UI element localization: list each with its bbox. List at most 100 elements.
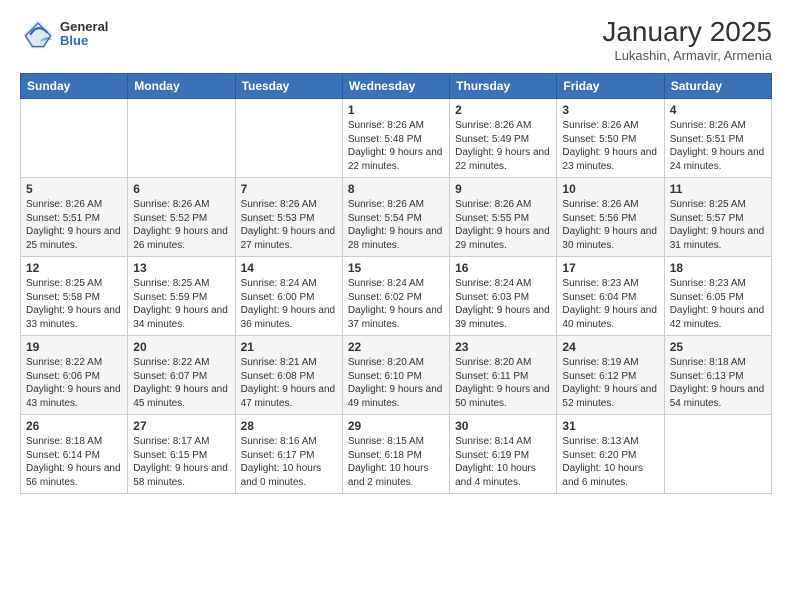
calendar-cell: 26 Sunrise: 8:18 AMSunset: 6:14 PMDayligh… [21,415,128,494]
calendar-cell: 2Sunrise: 8:26 AMSunset: 5:49 PMDaylight… [450,99,557,178]
calendar-header-monday: Monday [128,74,235,99]
calendar-week-row-5: 26 Sunrise: 8:18 AMSunset: 6:14 PMDayligh… [21,415,772,494]
day-number: 7 [241,182,337,196]
calendar-cell [128,99,235,178]
day-info: Sunrise: 8:19 AMSunset: 6:12 PMDaylight:… [562,356,658,410]
day-info: Sunrise: 8:26 AMSunset: 5:56 PMDaylight:… [562,198,658,252]
day-info: Sunrise: 8:26 AMSunset: 5:48 PMDaylight:… [348,119,444,173]
day-number: 13 [133,261,229,275]
day-number: 14 [241,261,337,275]
calendar-cell [21,99,128,178]
day-number: 5 [26,182,122,196]
day-info: Sunrise: 8:21 AMSunset: 6:08 PMDaylight:… [241,356,337,410]
calendar-cell: 13 Sunrise: 8:25 AMSunset: 5:59 PMDayligh… [128,257,235,336]
day-info: Sunrise: 8:13 AMSunset: 6:20 PMDaylight:… [562,435,658,489]
calendar-cell: 29Sunrise: 8:15 AMSunset: 6:18 PMDayligh… [342,415,449,494]
day-info: Sunrise: 8:23 AMSunset: 6:05 PMDaylight:… [670,277,766,331]
day-number: 6 [133,182,229,196]
day-info: Sunrise: 8:26 AMSunset: 5:49 PMDaylight:… [455,119,551,173]
calendar-header-row: SundayMondayTuesdayWednesdayThursdayFrid… [21,74,772,99]
day-info: Sunrise: 8:18 AMSunset: 6:14 PMDaylight:… [26,435,122,489]
day-info: Sunrise: 8:26 AMSunset: 5:55 PMDaylight:… [455,198,551,252]
calendar-cell: 7 Sunrise: 8:26 AMSunset: 5:53 PMDaylight… [235,178,342,257]
day-number: 15 [348,261,444,275]
calendar-header-thursday: Thursday [450,74,557,99]
day-info: Sunrise: 8:24 AMSunset: 6:03 PMDaylight:… [455,277,551,331]
calendar-cell: 15Sunrise: 8:24 AMSunset: 6:02 PMDayligh… [342,257,449,336]
calendar-cell: 24 Sunrise: 8:19 AMSunset: 6:12 PMDayligh… [557,336,664,415]
calendar-header-saturday: Saturday [664,74,771,99]
header-right: January 2025 Lukashin, Armavir, Armenia [602,16,772,63]
calendar-week-row-2: 5Sunrise: 8:26 AMSunset: 5:51 PMDaylight… [21,178,772,257]
header: General Blue January 2025 Lukashin, Arma… [20,16,772,63]
calendar-cell: 27 Sunrise: 8:17 AMSunset: 6:15 PMDayligh… [128,415,235,494]
day-number: 25 [670,340,766,354]
day-number: 11 [670,182,766,196]
day-info: Sunrise: 8:26 AMSunset: 5:50 PMDaylight:… [562,119,658,173]
calendar-header-tuesday: Tuesday [235,74,342,99]
day-number: 3 [562,103,658,117]
day-info: Sunrise: 8:15 AMSunset: 6:18 PMDaylight:… [348,435,444,489]
day-info: Sunrise: 8:20 AMSunset: 6:10 PMDaylight:… [348,356,444,410]
calendar-cell: 19 Sunrise: 8:22 AMSunset: 6:06 PMDayligh… [21,336,128,415]
day-info: Sunrise: 8:22 AMSunset: 6:06 PMDaylight:… [26,356,122,410]
calendar-cell [664,415,771,494]
logo-text: General Blue [60,20,108,49]
day-info: Sunrise: 8:25 AMSunset: 5:58 PMDaylight:… [26,277,122,331]
calendar-cell: 3 Sunrise: 8:26 AMSunset: 5:50 PMDaylight… [557,99,664,178]
day-info: Sunrise: 8:20 AMSunset: 6:11 PMDaylight:… [455,356,551,410]
location: Lukashin, Armavir, Armenia [602,48,772,63]
day-info: Sunrise: 8:16 AMSunset: 6:17 PMDaylight:… [241,435,337,489]
page: General Blue January 2025 Lukashin, Arma… [0,0,792,612]
day-number: 17 [562,261,658,275]
day-number: 27 [133,419,229,433]
day-number: 23 [455,340,551,354]
logo-icon [20,16,56,52]
day-number: 19 [26,340,122,354]
day-number: 21 [241,340,337,354]
calendar-cell: 10Sunrise: 8:26 AMSunset: 5:56 PMDayligh… [557,178,664,257]
logo-blue-text: Blue [60,34,108,48]
calendar-cell: 11 Sunrise: 8:25 AMSunset: 5:57 PMDayligh… [664,178,771,257]
calendar-week-row-1: 1 Sunrise: 8:26 AMSunset: 5:48 PMDaylight… [21,99,772,178]
day-number: 22 [348,340,444,354]
calendar-cell: 31Sunrise: 8:13 AMSunset: 6:20 PMDayligh… [557,415,664,494]
logo: General Blue [20,16,108,52]
day-info: Sunrise: 8:26 AMSunset: 5:53 PMDaylight:… [241,198,337,252]
calendar-cell: 23 Sunrise: 8:20 AMSunset: 6:11 PMDayligh… [450,336,557,415]
day-info: Sunrise: 8:25 AMSunset: 5:57 PMDaylight:… [670,198,766,252]
calendar-header-sunday: Sunday [21,74,128,99]
day-info: Sunrise: 8:26 AMSunset: 5:52 PMDaylight:… [133,198,229,252]
month-title: January 2025 [602,16,772,48]
day-number: 28 [241,419,337,433]
day-number: 1 [348,103,444,117]
day-number: 24 [562,340,658,354]
calendar-cell: 9 Sunrise: 8:26 AMSunset: 5:55 PMDaylight… [450,178,557,257]
calendar-cell [235,99,342,178]
calendar-week-row-3: 12 Sunrise: 8:25 AMSunset: 5:58 PMDayligh… [21,257,772,336]
calendar-cell: 1 Sunrise: 8:26 AMSunset: 5:48 PMDaylight… [342,99,449,178]
calendar-week-row-4: 19 Sunrise: 8:22 AMSunset: 6:06 PMDayligh… [21,336,772,415]
calendar-cell: 16 Sunrise: 8:24 AMSunset: 6:03 PMDayligh… [450,257,557,336]
day-info: Sunrise: 8:22 AMSunset: 6:07 PMDaylight:… [133,356,229,410]
day-number: 8 [348,182,444,196]
day-info: Sunrise: 8:25 AMSunset: 5:59 PMDaylight:… [133,277,229,331]
calendar-cell: 17 Sunrise: 8:23 AMSunset: 6:04 PMDayligh… [557,257,664,336]
day-number: 18 [670,261,766,275]
day-number: 16 [455,261,551,275]
calendar-cell: 20Sunrise: 8:22 AMSunset: 6:07 PMDayligh… [128,336,235,415]
day-number: 26 [26,419,122,433]
day-info: Sunrise: 8:26 AMSunset: 5:51 PMDaylight:… [670,119,766,173]
day-info: Sunrise: 8:18 AMSunset: 6:13 PMDaylight:… [670,356,766,410]
calendar-cell: 5Sunrise: 8:26 AMSunset: 5:51 PMDaylight… [21,178,128,257]
day-number: 9 [455,182,551,196]
calendar-cell: 8Sunrise: 8:26 AMSunset: 5:54 PMDaylight… [342,178,449,257]
calendar-cell: 12 Sunrise: 8:25 AMSunset: 5:58 PMDayligh… [21,257,128,336]
day-number: 12 [26,261,122,275]
day-info: Sunrise: 8:24 AMSunset: 6:00 PMDaylight:… [241,277,337,331]
calendar-cell: 6 Sunrise: 8:26 AMSunset: 5:52 PMDaylight… [128,178,235,257]
day-info: Sunrise: 8:17 AMSunset: 6:15 PMDaylight:… [133,435,229,489]
calendar-cell: 14 Sunrise: 8:24 AMSunset: 6:00 PMDayligh… [235,257,342,336]
day-info: Sunrise: 8:23 AMSunset: 6:04 PMDaylight:… [562,277,658,331]
calendar-cell: 18 Sunrise: 8:23 AMSunset: 6:05 PMDayligh… [664,257,771,336]
